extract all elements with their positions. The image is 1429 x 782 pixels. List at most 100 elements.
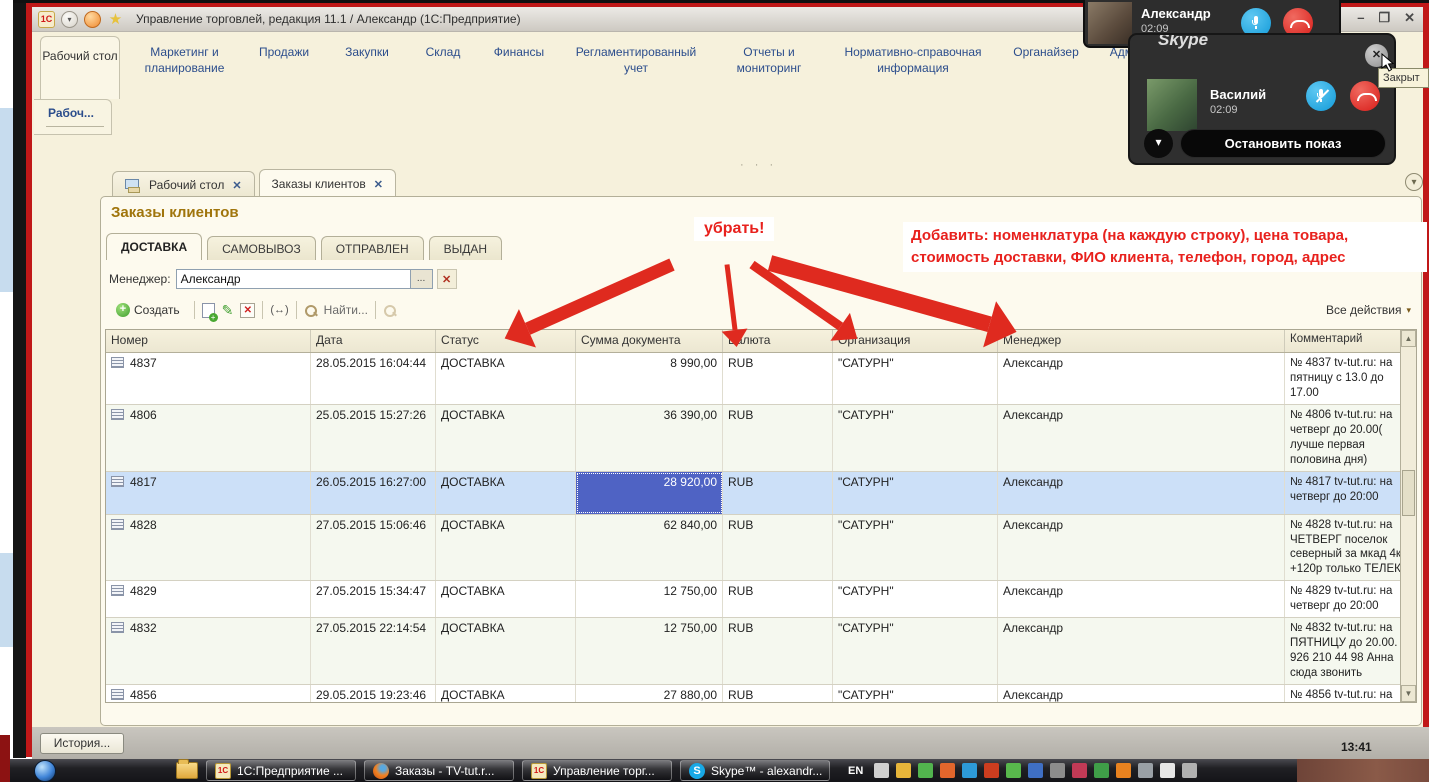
main-menu-button[interactable]: ▾ [61,11,78,28]
cell-comment[interactable]: № 4806 tv-tut.ru: на четверг до 20.00( л… [1285,405,1416,471]
section-tab[interactable]: Финансы [483,45,555,76]
taskbar-clock[interactable]: 13:41 [1341,740,1372,754]
manager-input[interactable]: Александр [176,269,411,289]
tray-icon[interactable] [874,763,889,778]
create-button[interactable]: + Создать [109,301,187,319]
taskbar-app-skype[interactable]: S Skype™ - alexandr... [680,760,830,781]
cell-comment[interactable]: № 4828 tv-tut.ru: на ЧЕТВЕРГ поселок сев… [1285,515,1416,581]
tab-customer-orders[interactable]: Заказы клиентов ✕ [259,169,396,198]
cell-cur[interactable]: RUB [723,353,833,404]
cell-mgr[interactable]: Александр [998,472,1285,514]
cell-cur[interactable]: RUB [723,405,833,471]
table-row[interactable]: 482827.05.2015 15:06:46ДОСТАВКА62 840,00… [106,515,1416,582]
all-actions-button[interactable]: Все действия ▾ [1326,303,1411,317]
cell-status[interactable]: ДОСТАВКА [436,515,576,581]
cell-org[interactable]: "САТУРН" [833,515,998,581]
tray-icon[interactable] [1072,763,1087,778]
view-tab-issued[interactable]: ВЫДАН [429,236,502,260]
favorites-star-icon[interactable]: ★ [107,11,124,28]
cell-mgr[interactable]: Александр [998,405,1285,471]
tray-icon[interactable] [984,763,999,778]
cell-cur[interactable]: RUB [723,618,833,684]
section-tab[interactable]: Маркетинг и планирование [132,45,237,76]
minimize-button[interactable]: – [1357,10,1364,26]
cell-date[interactable]: 25.05.2015 15:27:26 [311,405,436,471]
tray-icon[interactable] [1094,763,1109,778]
cell-cur[interactable]: RUB [723,515,833,581]
cell-org[interactable]: "САТУРН" [833,353,998,404]
cell-comment[interactable]: № 4856 tv-tut.ru: на субботу до 18.00 АБ… [1285,685,1416,703]
close-tab-icon[interactable]: ✕ [374,178,383,191]
manager-select-button[interactable]: ... [411,269,433,289]
cell-date[interactable]: 29.05.2015 19:23:46 [311,685,436,703]
cell-status[interactable]: ДОСТАВКА [436,618,576,684]
find-button[interactable]: Найти... [324,303,368,317]
section-tab[interactable]: Склад [414,45,472,76]
history-button[interactable]: История... [40,733,124,754]
cell-sum[interactable]: 27 880,00 [576,685,723,703]
cell-comment[interactable]: № 4817 tv-tut.ru: на четверг до 20:00 [1285,472,1416,514]
cell-date[interactable]: 27.05.2015 15:34:47 [311,581,436,617]
scroll-up-icon[interactable]: ▲ [1401,330,1416,347]
cell-org[interactable]: "САТУРН" [833,581,998,617]
tray-icon[interactable] [918,763,933,778]
column-header[interactable]: Комментарий [1285,330,1416,352]
cell-comment[interactable]: № 4832 tv-tut.ru: на ПЯТНИЦУ до 20.00. 8… [1285,618,1416,684]
table-row[interactable]: 480625.05.2015 15:27:26ДОСТАВКА36 390,00… [106,405,1416,472]
cell-status[interactable]: ДОСТАВКА [436,353,576,404]
cell-status[interactable]: ДОСТАВКА [436,581,576,617]
cell-sum[interactable]: 62 840,00 [576,515,723,581]
cell-sum[interactable]: 36 390,00 [576,405,723,471]
scroll-down-icon[interactable]: ▼ [1401,685,1416,702]
stop-sharing-button[interactable]: Остановить показ [1180,129,1386,158]
tray-icon[interactable] [1006,763,1021,778]
tray-icon[interactable] [1182,763,1197,778]
clear-search-icon[interactable] [383,304,396,317]
table-row[interactable]: 482927.05.2015 15:34:47ДОСТАВКА12 750,00… [106,581,1416,618]
table-row[interactable]: 483728.05.2015 16:04:44ДОСТАВКА8 990,00R… [106,353,1416,405]
cell-cur[interactable]: RUB [723,472,833,514]
section-tab[interactable]: Закупки [331,45,403,76]
tray-icon[interactable] [962,763,977,778]
service-button[interactable] [84,11,101,28]
vertical-scrollbar[interactable]: ▲ ▼ [1400,330,1416,702]
cell-num[interactable]: 4828 [106,515,311,581]
cell-mgr[interactable]: Александр [998,685,1285,703]
cell-cur[interactable]: RUB [723,581,833,617]
desktop-left-tab[interactable]: Рабоч... [34,99,112,135]
cell-num[interactable]: 4856 [106,685,311,703]
cell-sum[interactable]: 8 990,00 [576,353,723,404]
section-tab[interactable]: Органайзер [1005,45,1087,76]
section-tab-desktop[interactable]: Рабочий стол [40,36,120,99]
manager-clear-button[interactable]: ✕ [437,269,457,289]
tab-desktop[interactable]: Рабочий стол ✕ [112,171,255,198]
cell-num[interactable]: 4832 [106,618,311,684]
mute-button-muted[interactable] [1306,81,1336,111]
cell-date[interactable]: 27.05.2015 22:14:54 [311,618,436,684]
table-row[interactable]: 485629.05.2015 19:23:46ДОСТАВКА27 880,00… [106,685,1416,703]
tray-icon[interactable] [1138,763,1153,778]
close-button[interactable]: ✕ [1404,10,1415,26]
edit-icon[interactable]: ✎ [222,302,234,319]
search-icon[interactable] [304,304,317,317]
tray-icon[interactable] [896,763,911,778]
section-tab[interactable]: Отчеты и мониторинг [717,45,821,76]
tab-list-button[interactable]: ▾ [1405,173,1423,191]
cell-org[interactable]: "САТУРН" [833,685,998,703]
language-indicator[interactable]: EN [848,765,863,777]
view-tab-delivery[interactable]: ДОСТАВКА [106,233,202,260]
column-fit-icon[interactable]: (↔) [270,304,288,316]
tray-icon[interactable] [1160,763,1175,778]
onec-logo-icon[interactable]: 1С [38,11,55,28]
table-row[interactable]: 483227.05.2015 22:14:54ДОСТАВКА12 750,00… [106,618,1416,685]
cell-mgr[interactable]: Александр [998,581,1285,617]
splitter-handle[interactable]: · · · [740,159,777,171]
column-header[interactable]: Сумма документа [576,330,723,352]
taskbar-app-1c[interactable]: 1С 1С:Предприятие ... [206,760,356,781]
cell-mgr[interactable]: Александр [998,618,1285,684]
column-header[interactable]: Менеджер [998,330,1285,352]
cell-date[interactable]: 26.05.2015 16:27:00 [311,472,436,514]
cell-status[interactable]: ДОСТАВКА [436,472,576,514]
scrollbar-thumb[interactable] [1402,470,1415,516]
cell-org[interactable]: "САТУРН" [833,405,998,471]
